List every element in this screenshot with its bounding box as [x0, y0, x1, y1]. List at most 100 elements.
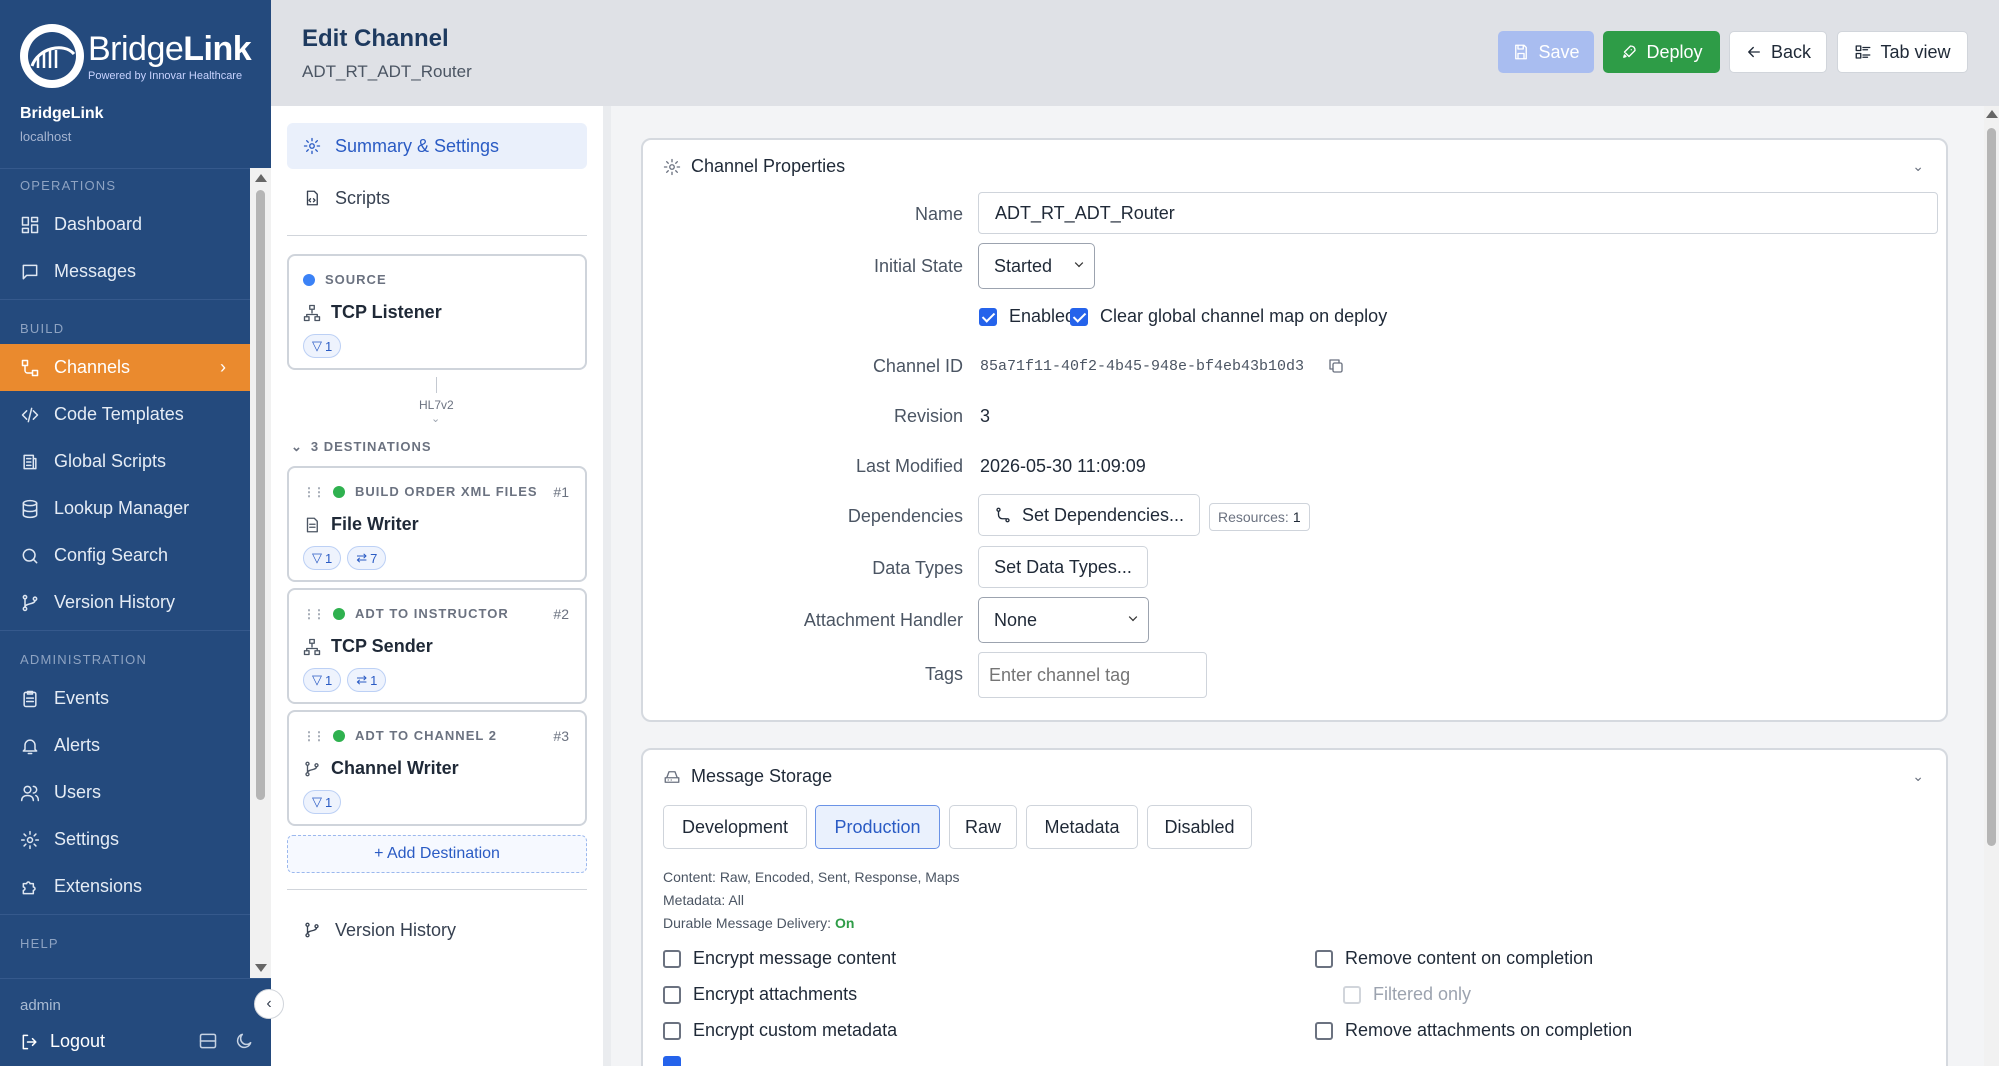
- main-content: Channel Properties ⌄ Name ADT_RT_ADT_Rou…: [611, 106, 1984, 1066]
- branch-icon: [22, 594, 38, 611]
- checkbox-partial[interactable]: [663, 1056, 681, 1066]
- status-dot: [303, 273, 315, 286]
- sidebar-item-events[interactable]: Events: [0, 675, 250, 722]
- chevron-down-icon: ⌄: [291, 439, 303, 454]
- sidebar-scrollbar[interactable]: [250, 168, 271, 978]
- sidebar-item-alerts[interactable]: Alerts: [0, 722, 250, 769]
- panel-header[interactable]: Channel Properties: [663, 156, 845, 177]
- collapse-sidebar-button[interactable]: ‹: [254, 989, 284, 1019]
- scrollbar-thumb[interactable]: [256, 190, 265, 800]
- scrollbar-thumb[interactable]: [1987, 128, 1996, 846]
- moon-icon[interactable]: [234, 1031, 254, 1051]
- chevron-down-icon[interactable]: ⌄: [1912, 158, 1924, 175]
- destination-card-2[interactable]: ⋮⋮ ADT TO INSTRUCTOR #2 TCP Sender ▽ 1 ⇄ 1: [287, 588, 587, 704]
- storage-mode-disabled[interactable]: Disabled: [1147, 805, 1252, 849]
- scroll-down-arrow-icon[interactable]: [255, 964, 267, 972]
- panel-divider: [603, 106, 611, 1066]
- sidebar-item-code-templates[interactable]: Code Templates: [0, 391, 250, 438]
- initial-state-select[interactable]: Started: [978, 243, 1095, 289]
- chevron-down-icon[interactable]: ⌄: [1912, 768, 1924, 785]
- storage-mode-raw[interactable]: Raw: [949, 805, 1017, 849]
- sidebar-item-extensions[interactable]: Extensions: [0, 863, 250, 910]
- checkbox[interactable]: [663, 1021, 681, 1040]
- checkbox[interactable]: [663, 985, 681, 1004]
- resources-badge[interactable]: Resources: 1: [1209, 503, 1310, 531]
- filtered-only-checkbox[interactable]: Filtered only: [1343, 984, 1471, 1005]
- remove-content-checkbox[interactable]: Remove content on completion: [1315, 948, 1593, 969]
- destination-card-3[interactable]: ⋮⋮ ADT TO CHANNEL 2 #3 Channel Writer ▽ 1: [287, 710, 587, 826]
- tab-version-history[interactable]: Version History: [287, 907, 587, 953]
- server-info: BridgeLink localhost: [20, 105, 104, 144]
- tab-scripts[interactable]: Scripts: [287, 175, 587, 221]
- logout-button[interactable]: Logout: [20, 1031, 105, 1052]
- sidebar-item-messages[interactable]: Messages: [0, 248, 250, 295]
- tab-summary-settings[interactable]: Summary & Settings: [287, 123, 587, 169]
- destinations-header[interactable]: ⌄ 3 DESTINATIONS: [291, 439, 432, 455]
- checkbox[interactable]: [979, 307, 997, 326]
- encrypt-attachments-checkbox[interactable]: Encrypt attachments: [663, 984, 857, 1005]
- section-administration: ADMINISTRATION: [20, 652, 148, 667]
- set-data-types-button[interactable]: Set Data Types...: [978, 546, 1148, 588]
- deploy-button[interactable]: Deploy: [1603, 31, 1720, 73]
- filter-badge: ▽ 1: [303, 546, 342, 570]
- sidebar-item-global-scripts[interactable]: Global Scripts: [0, 438, 250, 485]
- sidebar-item-settings[interactable]: Settings: [0, 816, 250, 863]
- gear-icon: [663, 158, 681, 175]
- enabled-checkbox[interactable]: Enabled: [979, 306, 1075, 327]
- channels-icon: [21, 359, 39, 376]
- last-modified-value: 2026-05-30 11:09:09: [980, 456, 1146, 476]
- destination-card-1[interactable]: ⋮⋮ BUILD ORDER XML FILES #1 File Writer ▽…: [287, 466, 587, 582]
- tags-input[interactable]: [978, 652, 1207, 698]
- option-label: Encrypt custom metadata: [693, 1020, 898, 1040]
- drag-handle-icon[interactable]: ⋮⋮: [303, 729, 325, 743]
- sidebar-item-lookup-manager[interactable]: Lookup Manager: [0, 485, 250, 532]
- layout-toggle-icon[interactable]: [198, 1031, 218, 1051]
- set-dependencies-button[interactable]: Set Dependencies...: [978, 494, 1200, 536]
- list-layout-icon: [1856, 45, 1871, 59]
- encrypt-metadata-checkbox[interactable]: Encrypt custom metadata: [663, 1020, 897, 1041]
- encrypt-content-checkbox[interactable]: Encrypt message content: [663, 948, 896, 969]
- clear-map-checkbox[interactable]: Clear global channel map on deploy: [1070, 306, 1387, 327]
- back-label: Back: [1770, 41, 1812, 62]
- sidebar-item-users[interactable]: Users: [0, 769, 250, 816]
- sidebar-item-dashboard[interactable]: Dashboard: [0, 201, 250, 248]
- enabled-label: Enabled: [1009, 306, 1076, 326]
- scroll-up-arrow-icon[interactable]: [1986, 110, 1998, 118]
- transformer-count: 7: [370, 550, 378, 566]
- source-connector-card[interactable]: SOURCE TCP Listener ▽ 1: [287, 254, 587, 370]
- checkbox[interactable]: [1315, 949, 1333, 968]
- option-label: Encrypt message content: [693, 948, 897, 968]
- drag-handle-icon[interactable]: ⋮⋮: [303, 607, 325, 621]
- data-type-label: HL7v2: [419, 398, 454, 412]
- sidebar-item-config-search[interactable]: Config Search: [0, 532, 250, 579]
- clear-map-label: Clear global channel map on deploy: [1100, 306, 1388, 326]
- scroll-up-arrow-icon[interactable]: [255, 174, 267, 182]
- option-label: Remove attachments on completion: [1345, 1020, 1633, 1040]
- storage-mode-production[interactable]: Production: [815, 805, 940, 849]
- checkbox[interactable]: [1070, 307, 1088, 326]
- copy-icon[interactable]: [1327, 357, 1345, 375]
- channel-name-input[interactable]: ADT_RT_ADT_Router: [978, 192, 1938, 234]
- attachment-handler-select[interactable]: None: [978, 597, 1149, 643]
- durable-delivery-info: Durable Message Delivery: On: [663, 915, 854, 931]
- main-scrollbar[interactable]: [1984, 106, 1999, 1066]
- checkbox[interactable]: [663, 949, 681, 968]
- brand-logo[interactable]: BridgeLink Powered by Innovar Healthcare: [20, 24, 252, 88]
- connector-name: Channel Writer: [331, 758, 459, 778]
- sidebar-item-version-history[interactable]: Version History: [0, 579, 250, 626]
- dependencies-label: Dependencies: [847, 506, 963, 526]
- checkbox[interactable]: [1343, 985, 1361, 1004]
- drag-handle-icon[interactable]: ⋮⋮: [303, 485, 325, 499]
- add-destination-button[interactable]: + Add Destination: [287, 835, 587, 873]
- back-button[interactable]: Back: [1729, 31, 1827, 73]
- save-button[interactable]: Save: [1498, 31, 1594, 73]
- sidebar-item-label: Messages: [54, 261, 137, 281]
- tab-view-button[interactable]: Tab view: [1837, 31, 1968, 73]
- clipboard-icon: [23, 690, 37, 707]
- panel-header[interactable]: Message Storage: [663, 766, 832, 787]
- checkbox[interactable]: [1315, 1021, 1333, 1040]
- sidebar-item-channels[interactable]: Channels ›: [0, 344, 250, 391]
- storage-mode-metadata[interactable]: Metadata: [1026, 805, 1138, 849]
- remove-attachments-checkbox[interactable]: Remove attachments on completion: [1315, 1020, 1632, 1041]
- storage-mode-development[interactable]: Development: [663, 805, 807, 849]
